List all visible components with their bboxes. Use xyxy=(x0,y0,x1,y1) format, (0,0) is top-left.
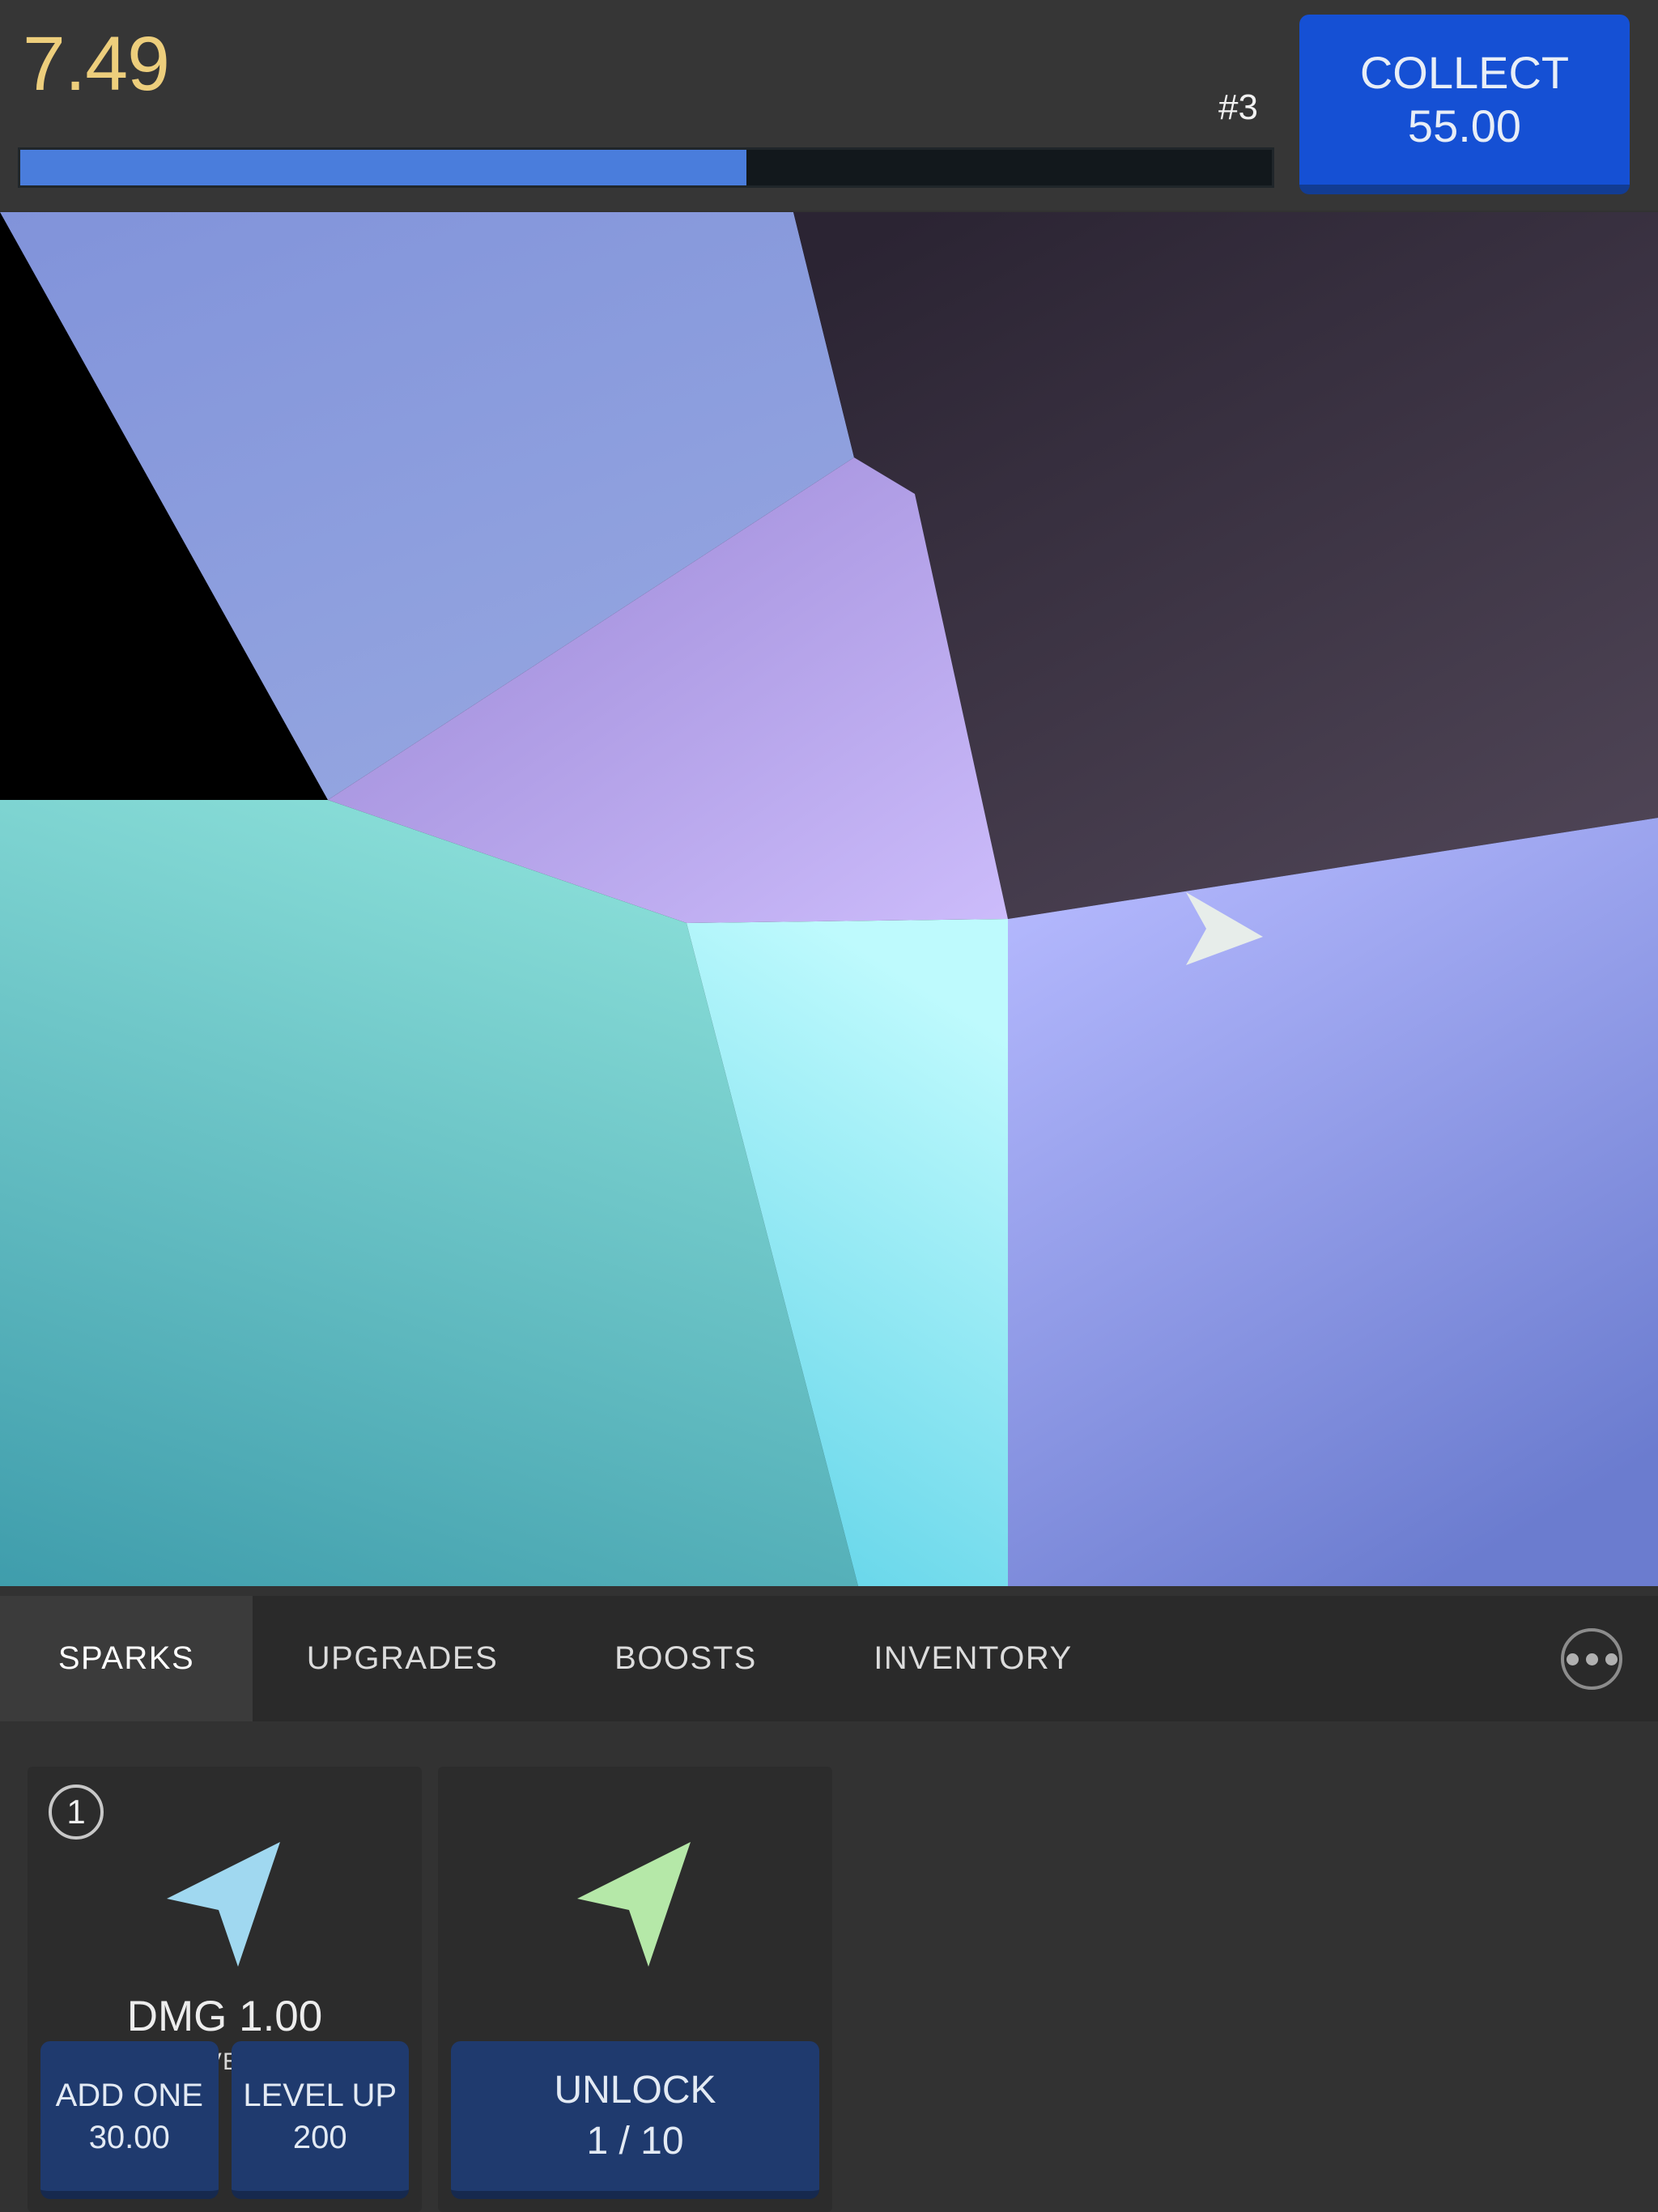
more-options-button[interactable] xyxy=(1561,1628,1622,1690)
spark-artwork xyxy=(28,1823,422,1985)
add-one-cost: 30.00 xyxy=(88,2119,170,2155)
cell-periwinkle-right xyxy=(1008,818,1658,1586)
collect-button-amount: 55.00 xyxy=(1407,100,1522,151)
spark-card[interactable]: 1 DMG 1.00 LEVEL 0 ADD ONE 30.00 LEVEL U… xyxy=(28,1767,422,2212)
voronoi-field xyxy=(0,212,1658,1586)
add-one-button[interactable]: ADD ONE 30.00 xyxy=(40,2041,219,2199)
spark-action-row: UNLOCK 1 / 10 xyxy=(451,2041,819,2199)
tab-bar: SPARKS UPGRADES BOOSTS INVENTORY xyxy=(0,1596,1658,1721)
game-viewport[interactable] xyxy=(0,212,1658,1586)
ellipsis-dot-icon xyxy=(1585,1653,1598,1665)
unlock-button[interactable]: UNLOCK 1 / 10 xyxy=(451,2041,819,2199)
ellipsis-dot-icon xyxy=(1566,1653,1579,1665)
level-up-cost: 200 xyxy=(292,2119,347,2155)
level-up-button[interactable]: LEVEL UP 200 xyxy=(231,2041,409,2199)
spark-card-locked[interactable]: UNLOCK 1 / 10 xyxy=(438,1767,832,2212)
ellipsis-dot-icon xyxy=(1605,1653,1618,1665)
game-screen: 7.49 #3 COLLECT 55.00 SPARKS UPGRADES BO… xyxy=(0,0,1658,2212)
progress-bar-track xyxy=(18,147,1274,188)
spark-artwork xyxy=(438,1823,832,1985)
unlock-label: UNLOCK xyxy=(554,2069,716,2112)
tab-upgrades[interactable]: UPGRADES xyxy=(253,1596,552,1721)
add-one-label: ADD ONE xyxy=(55,2077,203,2113)
score-value: 7.49 xyxy=(23,21,170,107)
unlock-progress: 1 / 10 xyxy=(586,2119,684,2163)
spark-arrow-icon xyxy=(166,1842,280,1967)
tab-sparks[interactable]: SPARKS xyxy=(0,1596,253,1721)
collect-button-label: COLLECT xyxy=(1359,46,1570,98)
top-hud: 7.49 #3 COLLECT 55.00 xyxy=(0,0,1658,211)
wave-number: #3 xyxy=(1218,87,1258,127)
tab-inventory[interactable]: INVENTORY xyxy=(819,1596,1127,1721)
level-up-label: LEVEL UP xyxy=(243,2077,397,2113)
spark-arrow-icon xyxy=(576,1842,691,1967)
tab-boosts[interactable]: BOOSTS xyxy=(552,1596,819,1721)
progress-bar-fill xyxy=(20,150,746,185)
sparks-panel: 1 DMG 1.00 LEVEL 0 ADD ONE 30.00 LEVEL U… xyxy=(0,1721,1658,2212)
spark-damage-label: DMG 1.00 xyxy=(126,1993,323,2040)
collect-button[interactable]: COLLECT 55.00 xyxy=(1299,15,1630,194)
spark-action-row: ADD ONE 30.00 LEVEL UP 200 xyxy=(40,2041,409,2199)
